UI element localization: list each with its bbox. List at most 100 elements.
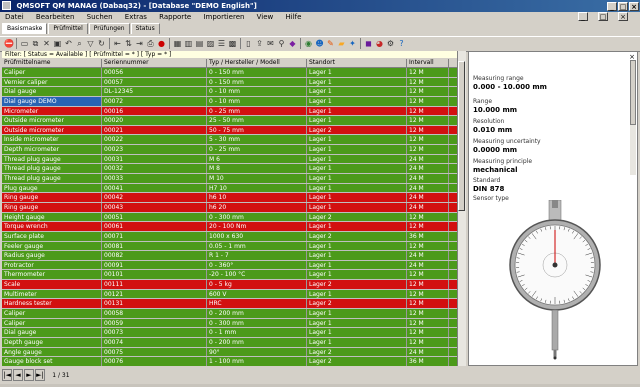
table-row[interactable]: Dial gauge DEMO 00072 0 - 10 mm Lager 1 12 M <box>2 96 457 107</box>
table-row[interactable]: Thermometer 00101 -20 - 100 °C Lager 1 12 M <box>2 270 457 281</box>
column-header-name[interactable]: Prüfmittelname <box>2 59 102 67</box>
save-icon[interactable]: ▣ <box>53 39 62 48</box>
table-row[interactable]: Micrometer 00016 0 - 25 mm Lager 1 12 M <box>2 106 457 117</box>
mdi-minimize-button[interactable]: _ <box>578 12 588 21</box>
mail-icon[interactable]: ✉ <box>266 39 275 48</box>
menu-edit[interactable]: Bearbeiten <box>36 13 74 21</box>
tab-status[interactable]: Status <box>130 23 160 34</box>
list-icon[interactable]: ☰ <box>217 39 226 48</box>
table-cell: Lager 1 <box>307 77 407 87</box>
mdi-restore-button[interactable]: □ <box>598 12 608 21</box>
first-record-icon[interactable]: ⇤ <box>113 39 122 48</box>
menu-search[interactable]: Suchen <box>87 13 113 21</box>
table-row[interactable]: Multimeter 00121 600 V Lager 1 12 M <box>2 289 457 300</box>
table-row[interactable]: Inside micrometer 00022 5 - 30 mm Lager 1 12… <box>2 135 457 146</box>
column-header-interval[interactable]: Intervall <box>407 59 449 67</box>
new-icon[interactable]: ▭ <box>20 39 29 48</box>
table-row[interactable]: Dial gauge 00073 0 - 1 mm Lager 1 12 M <box>2 328 457 338</box>
last-record-button[interactable]: ►| <box>35 369 45 381</box>
table-row[interactable]: Protractor 00091 0 - 360° Lager 1 24 M <box>2 260 457 271</box>
table-row[interactable]: Vernier caliper 00057 0 - 150 mm Lager 1 12 … <box>2 77 457 88</box>
bookmark-icon[interactable]: ◆ <box>288 39 297 48</box>
chart-icon[interactable]: ▨ <box>206 39 215 48</box>
last-record-icon[interactable]: ⇥ <box>135 39 144 48</box>
minimize-button[interactable]: _ <box>607 2 617 11</box>
table-cell: 0 - 25 mm <box>207 106 307 116</box>
stats-icon[interactable]: ◕ <box>375 39 384 48</box>
delete-icon[interactable]: ✕ <box>42 39 51 48</box>
table-icon[interactable]: ▦ <box>173 39 182 48</box>
gauge-icon[interactable]: ◉ <box>304 39 313 48</box>
copy-icon[interactable]: ⧉ <box>31 39 40 48</box>
column-header-serial[interactable]: Seriennummer <box>102 59 207 67</box>
stop-icon[interactable]: ⛔ <box>4 39 14 48</box>
filter-icon[interactable]: ▽ <box>86 39 95 48</box>
tab-tests[interactable]: Prüfungen <box>88 23 130 34</box>
menu-file[interactable]: Datei <box>5 13 24 21</box>
menu-help[interactable]: Hilfe <box>286 13 302 21</box>
table-row[interactable]: Depth micrometer 00023 0 - 25 mm Lager 1 12 … <box>2 145 457 155</box>
grid-vertical-scrollbar[interactable] <box>457 51 466 366</box>
table-row[interactable]: Outside micrometer 00021 50 - 75 mm Lager 2… <box>2 125 457 136</box>
table-row[interactable]: Height gauge 00051 0 - 300 mm Lager 2 12 M <box>2 212 457 223</box>
table-row[interactable]: Gauge block set 00076 1 - 100 mm Lager 2 36 … <box>2 357 457 366</box>
rows-icon[interactable]: ▤ <box>195 39 204 48</box>
table-row[interactable]: Hardness tester 00131 HRC Lager 2 12 M <box>2 299 457 310</box>
table-row[interactable]: Thread plug gauge 00033 M 10 Lager 1 24 M <box>2 174 457 184</box>
folder-icon[interactable]: ▰ <box>337 39 346 48</box>
settings-icon[interactable]: ⚙ <box>386 39 395 48</box>
report-icon[interactable]: ◼ <box>364 39 373 48</box>
columns-icon[interactable]: ▥ <box>184 39 193 48</box>
table-row[interactable]: Outside micrometer 00020 25 - 50 mm Lager 1… <box>2 116 457 126</box>
table-row[interactable]: Plug gauge 00041 H7 10 Lager 1 24 M <box>2 183 457 194</box>
users-icon[interactable]: ☻ <box>315 39 324 48</box>
table-row[interactable]: Scale 00111 0 - 5 kg Lager 2 12 M <box>2 280 457 290</box>
table-row[interactable]: Ring gauge 00042 h6 10 Lager 1 24 M <box>2 193 457 203</box>
table-row[interactable]: Radius gauge 00082 R 1 - 7 Lager 1 24 M <box>2 251 457 261</box>
document-icon[interactable]: ▯ <box>244 39 253 48</box>
first-record-button[interactable]: |◄ <box>2 369 12 381</box>
print-icon[interactable]: ⎙ <box>146 39 155 48</box>
menu-extras[interactable]: Extras <box>125 13 147 21</box>
table-row[interactable]: Caliper 00058 0 - 200 mm Lager 1 12 M <box>2 309 457 319</box>
table-row[interactable]: Torque wrench 00061 20 - 100 Nm Lager 1 12 M <box>2 222 457 232</box>
table-row[interactable]: Surface plate 00071 1000 x 630 Lager 2 36 M <box>2 231 457 242</box>
search-icon[interactable]: ⌕ <box>75 39 84 48</box>
help-icon[interactable]: ? <box>397 39 406 48</box>
menu-view[interactable]: View <box>257 13 274 21</box>
table-row[interactable]: Caliper 00056 0 - 150 mm Lager 1 12 M <box>2 68 457 78</box>
tab-gauges[interactable]: Prüfmittel <box>48 23 88 34</box>
refresh-icon[interactable]: ↻ <box>97 39 106 48</box>
table-cell: 00076 <box>102 357 207 366</box>
detail-scrollbar-thumb[interactable] <box>630 60 636 125</box>
sort-icon[interactable]: ⇅ <box>124 39 133 48</box>
wrench-icon[interactable]: ✦ <box>348 39 357 48</box>
table-row[interactable]: Dial gauge DL-12345 0 - 10 mm Lager 1 12 M <box>2 87 457 97</box>
next-record-button[interactable]: ► <box>24 369 34 381</box>
undo-icon[interactable]: ↶ <box>64 39 73 48</box>
calendar-icon[interactable]: ▩ <box>228 39 237 48</box>
mdi-close-button[interactable]: × <box>618 12 628 21</box>
attach-icon[interactable]: ⚲ <box>277 39 286 48</box>
alarm-icon[interactable]: ● <box>157 39 166 48</box>
maximize-button[interactable]: □ <box>618 2 628 11</box>
menu-reports[interactable]: Rapporte <box>159 13 191 21</box>
column-header-location[interactable]: Standort <box>307 59 407 67</box>
detail-scrollbar[interactable] <box>630 60 636 175</box>
table-row[interactable]: Feeler gauge 00081 0.05 - 1 mm Lager 1 12 M <box>2 241 457 252</box>
table-cell: Lager 2 <box>307 125 407 135</box>
close-button[interactable]: × <box>629 2 639 11</box>
table-row[interactable]: Ring gauge 00043 h6 20 Lager 1 24 M <box>2 202 457 213</box>
table-row[interactable]: Caliper 00059 0 - 300 mm Lager 1 12 M <box>2 318 457 329</box>
table-row[interactable]: Angle gauge 00075 90° Lager 2 24 M <box>2 347 457 358</box>
table-row[interactable]: Thread plug gauge 00032 M 8 Lager 1 24 M <box>2 164 457 175</box>
menu-import[interactable]: Importieren <box>203 13 244 21</box>
export-icon[interactable]: ⇪ <box>255 39 264 48</box>
table-row[interactable]: Thread plug gauge 00031 M 6 Lager 1 24 M <box>2 154 457 165</box>
tools-icon[interactable]: ✎ <box>326 39 335 48</box>
tab-basic[interactable]: Basismaske <box>2 23 48 34</box>
column-header-type[interactable]: Typ / Hersteller / Modell <box>207 59 307 67</box>
table-row[interactable]: Depth gauge 00074 0 - 200 mm Lager 1 12 M <box>2 337 457 348</box>
previous-record-button[interactable]: ◄ <box>13 369 23 381</box>
scrollbar-thumb[interactable] <box>458 61 465 211</box>
